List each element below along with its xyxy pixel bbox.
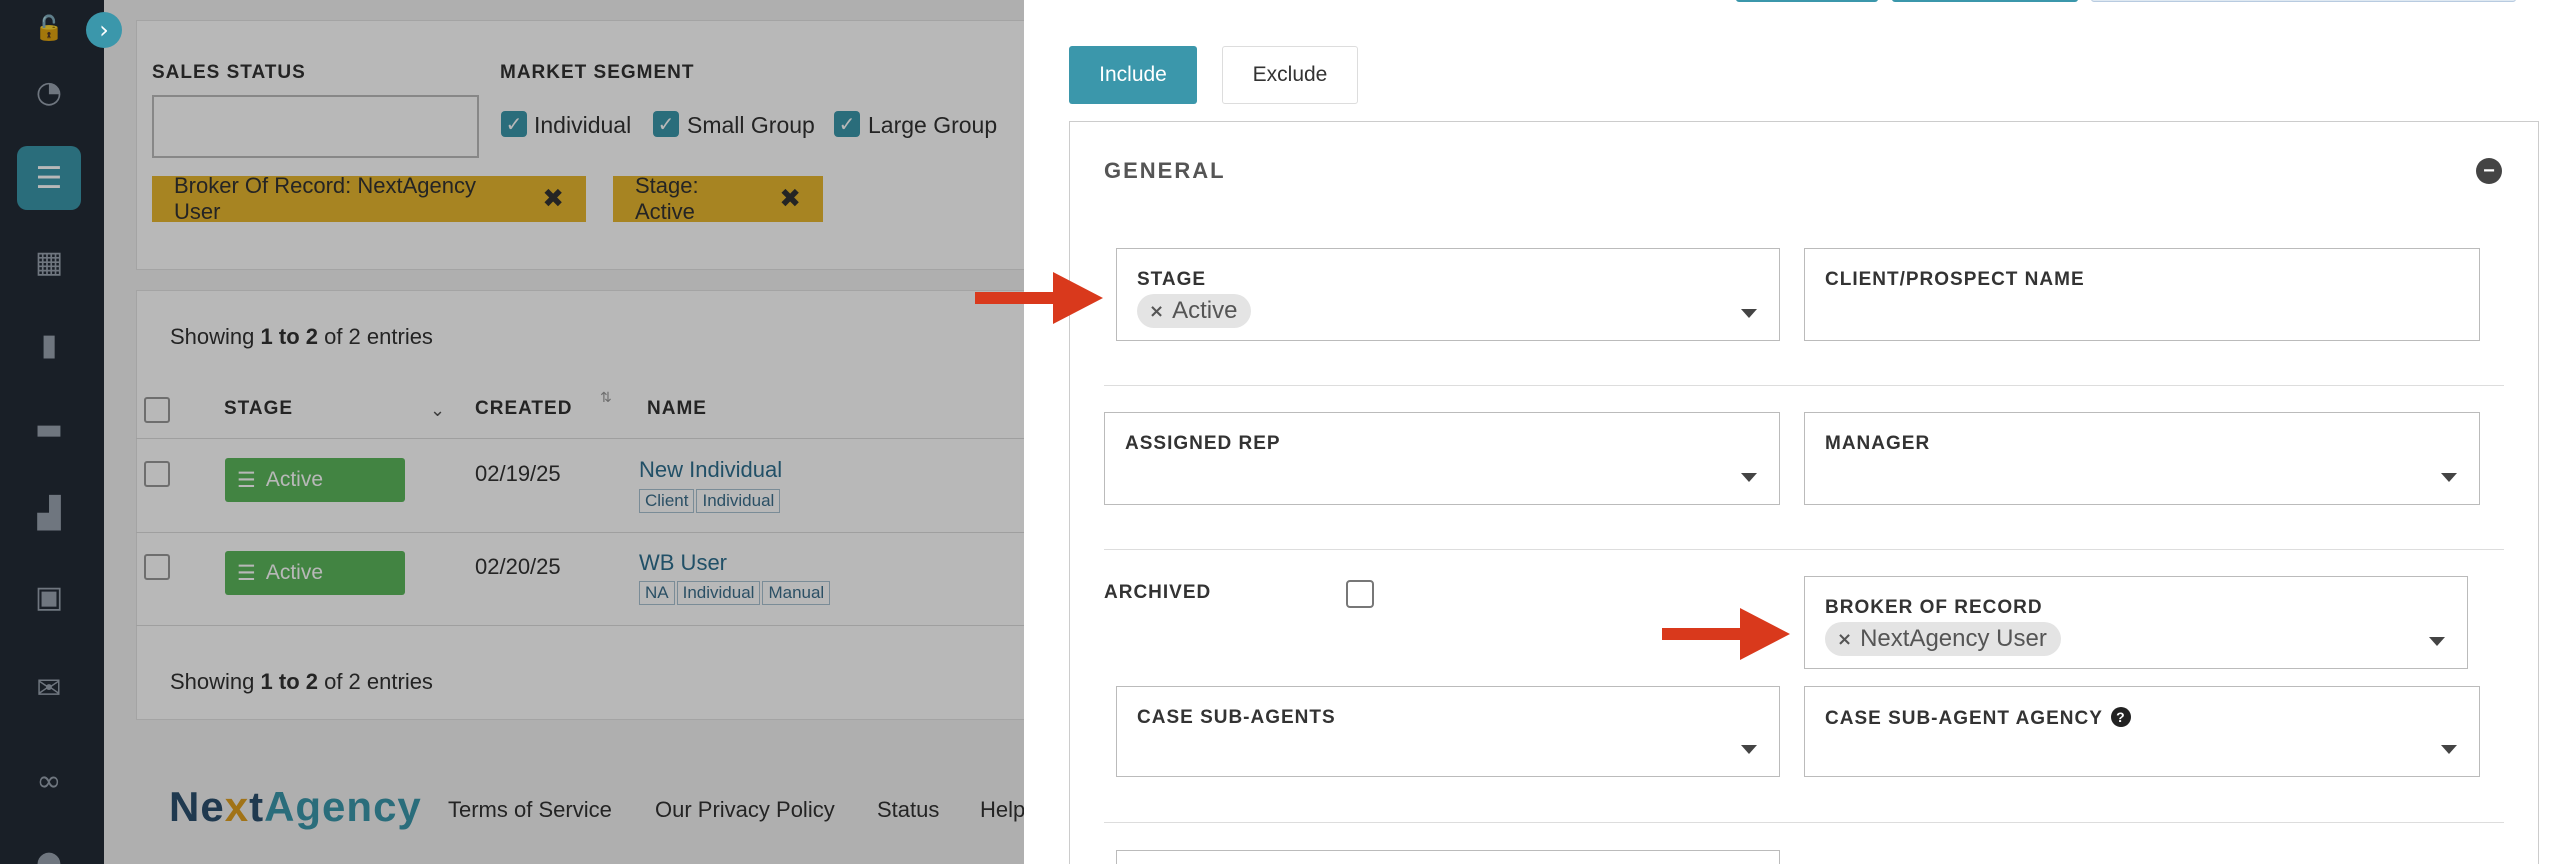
- filter-panel: Include Exclude GENERAL − STAGE × Active…: [1024, 0, 2560, 864]
- divider: [1104, 822, 2504, 823]
- broker-of-record-select[interactable]: BROKER OF RECORD × NextAgency User: [1804, 576, 2468, 669]
- chevron-right-icon[interactable]: ›: [86, 12, 122, 48]
- top-button[interactable]: [2091, 0, 2516, 2]
- assigned-rep-select[interactable]: ASSIGNED REP: [1104, 412, 1780, 505]
- archived-checkbox[interactable]: [1346, 580, 1374, 608]
- field-label: STAGE: [1137, 269, 1207, 290]
- stage-select[interactable]: STAGE × Active: [1116, 248, 1780, 341]
- archived-label: ARCHIVED: [1104, 582, 1212, 603]
- chevron-down-icon[interactable]: [2441, 745, 2457, 754]
- top-button[interactable]: [1736, 0, 1878, 2]
- stage-selected-pill: × Active: [1137, 294, 1252, 328]
- chevron-down-icon[interactable]: [2429, 637, 2445, 646]
- remove-value-icon[interactable]: ×: [1837, 629, 1852, 650]
- remove-value-icon[interactable]: ×: [1149, 301, 1164, 322]
- field-label: CASE SUB-AGENTS: [1137, 707, 1336, 728]
- include-button[interactable]: Include: [1069, 46, 1197, 104]
- section-title: GENERAL: [1104, 158, 1226, 183]
- modal-overlay[interactable]: [0, 0, 1024, 864]
- broker-selected-pill: × NextAgency User: [1825, 622, 2061, 656]
- case-sub-agents-select[interactable]: CASE SUB-AGENTS: [1116, 686, 1780, 777]
- chevron-down-icon[interactable]: [1741, 473, 1757, 482]
- field-label: CLIENT/PROSPECT NAME: [1825, 269, 2085, 290]
- main-content: SALES STATUS MARKET SEGMENT ✓ Individual…: [0, 0, 1036, 864]
- help-icon[interactable]: ?: [2110, 707, 2131, 727]
- chevron-down-icon[interactable]: [1741, 745, 1757, 754]
- exclude-button[interactable]: Exclude: [1222, 46, 1358, 104]
- annotation-arrow-stage: [975, 272, 1103, 324]
- next-field-partial[interactable]: [1116, 850, 1780, 864]
- field-label: CASE SUB-AGENT AGENCY?: [1825, 707, 2131, 730]
- field-label: ASSIGNED REP: [1125, 433, 1281, 454]
- chevron-down-icon[interactable]: [1741, 309, 1757, 318]
- field-label: MANAGER: [1825, 433, 1931, 454]
- manager-select[interactable]: MANAGER: [1804, 412, 2480, 505]
- divider: [1104, 385, 2504, 386]
- client-name-field[interactable]: CLIENT/PROSPECT NAME: [1804, 248, 2480, 341]
- chevron-down-icon[interactable]: [2441, 473, 2457, 482]
- case-sub-agent-agency-select[interactable]: CASE SUB-AGENT AGENCY?: [1804, 686, 2480, 777]
- pill-label: Active: [1172, 297, 1238, 324]
- field-label: BROKER OF RECORD: [1825, 597, 2043, 618]
- annotation-arrow-broker: [1662, 608, 1790, 660]
- pill-label: NextAgency User: [1860, 625, 2047, 652]
- divider: [1104, 549, 2504, 550]
- collapse-icon[interactable]: −: [2476, 158, 2502, 184]
- top-button[interactable]: [1892, 0, 2078, 2]
